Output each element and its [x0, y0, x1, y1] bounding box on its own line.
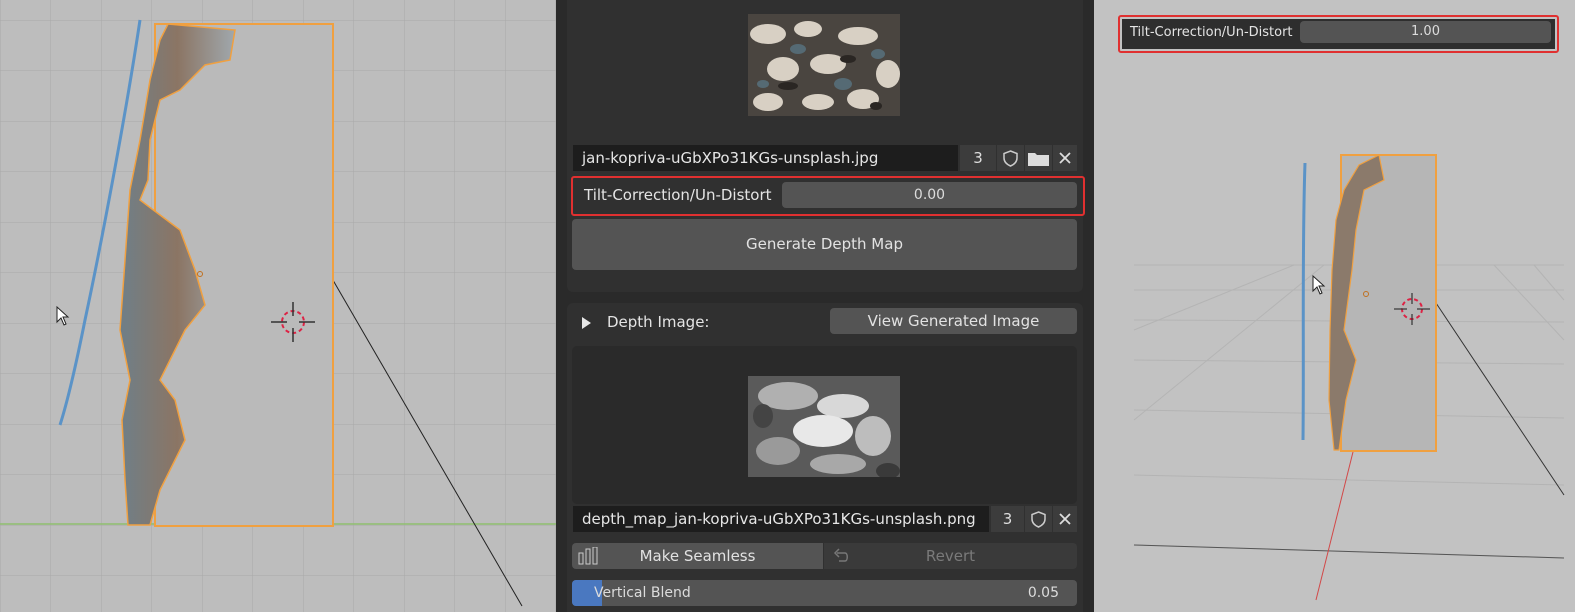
source-image-preview — [748, 14, 900, 116]
make-seamless-label: Make Seamless — [639, 547, 756, 565]
make-seamless-button[interactable]: Make Seamless — [572, 543, 823, 569]
left-3d-viewport[interactable] — [0, 0, 556, 612]
expand-triangle-icon[interactable] — [580, 315, 592, 334]
unlink-close-icon[interactable] — [1053, 145, 1077, 171]
tilt-correction-slider-right[interactable]: 1.00 — [1300, 21, 1551, 43]
depth-image-filename[interactable]: depth_map_jan-kopriva-uGbXPo31KGs-unspla… — [573, 506, 989, 532]
depth-image-preview — [748, 376, 900, 477]
depth-properties-panel: jan-kopriva-uGbXPo31KGs-unsplash.jpg 3 T… — [556, 0, 1094, 612]
depth-unlink-close-icon[interactable] — [1053, 506, 1077, 532]
source-image-filename[interactable]: jan-kopriva-uGbXPo31KGs-unsplash.jpg — [573, 145, 958, 171]
tilt-correction-label: Tilt-Correction/Un-Distort — [584, 186, 772, 204]
revert-label: Revert — [925, 547, 976, 565]
right-viewport-canvas[interactable] — [1094, 0, 1575, 612]
depth-image-label: Depth Image: — [607, 313, 710, 331]
depth-fake-user-shield-icon[interactable] — [1025, 506, 1052, 532]
view-generated-image-button[interactable]: View Generated Image — [830, 308, 1077, 334]
vertical-blend-label: Vertical Blend — [594, 585, 691, 601]
seamless-icon — [578, 546, 600, 573]
light-line-right — [1301, 162, 1307, 441]
revert-button[interactable]: Revert — [824, 543, 1077, 569]
vertical-blend-slider[interactable]: Vertical Blend 0.05 — [572, 580, 1077, 606]
generate-depth-map-button[interactable]: Generate Depth Map — [572, 219, 1077, 270]
right-3d-viewport[interactable]: Tilt-Correction/Un-Distort 1.00 — [1094, 0, 1575, 612]
left-viewport-canvas[interactable] — [0, 0, 556, 612]
tilt-correction-label-right: Tilt-Correction/Un-Distort — [1130, 25, 1293, 40]
open-file-folder-icon[interactable] — [1025, 145, 1052, 171]
undo-arrow-icon — [832, 547, 850, 573]
fake-user-shield-icon[interactable] — [997, 145, 1024, 171]
tilt-correction-slider[interactable]: 0.00 — [782, 182, 1077, 208]
depth-image-users-count[interactable]: 3 — [991, 506, 1024, 532]
source-image-users-count[interactable]: 3 — [960, 145, 996, 171]
vertical-blend-value: 0.05 — [1027, 585, 1059, 601]
